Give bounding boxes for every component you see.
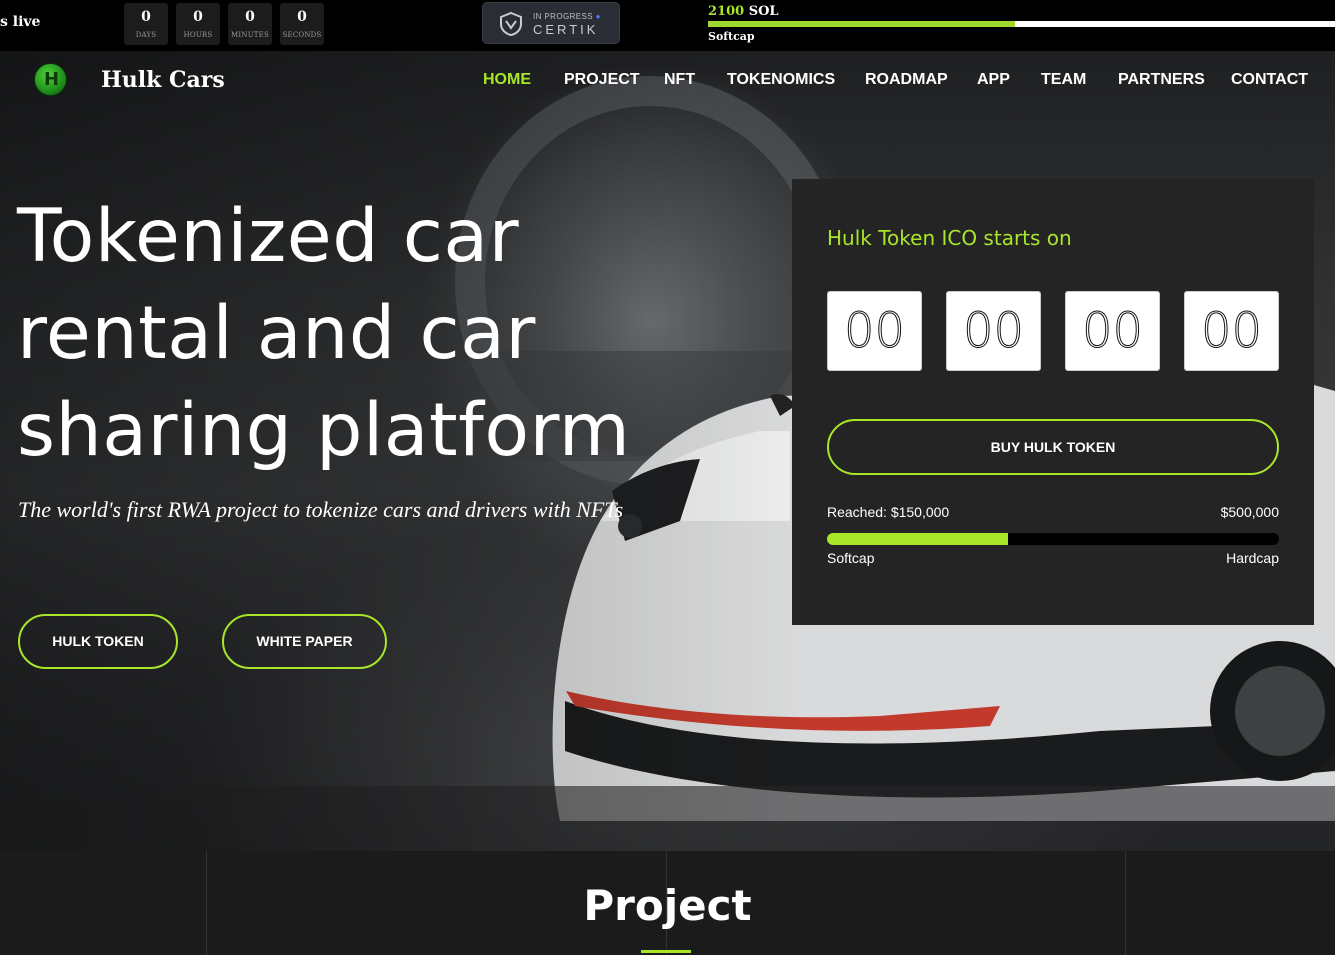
hulk-token-button[interactable]: HULK TOKEN — [18, 614, 178, 669]
countdown-hours: 0 HOURS — [176, 3, 220, 45]
nav-partners[interactable]: PARTNERS — [1118, 71, 1231, 89]
hero-headline-line: Tokenized car — [17, 194, 520, 279]
countdown-minutes: 0 MINUTES — [228, 3, 272, 45]
hardcap-amount: $500,000 — [1220, 504, 1279, 520]
countdown-hours-label: HOURS — [183, 31, 213, 39]
nav-app[interactable]: APP — [977, 71, 1041, 89]
ico-progress-bar — [827, 533, 1279, 545]
hero-headline: Tokenized car rental and car sharing pla… — [17, 188, 717, 479]
hulk-logo-icon[interactable]: H — [34, 63, 67, 96]
certik-status: IN PROGRESS ● — [533, 12, 601, 21]
hero-tagline: The world's first RWA project to tokeniz… — [18, 497, 624, 522]
brand-name[interactable]: Hulk Cars — [101, 67, 225, 93]
nav-project[interactable]: PROJECT — [564, 71, 664, 89]
nav-nft[interactable]: NFT — [664, 71, 727, 89]
main-nav: HOME PROJECT NFT TOKENOMICS ROADMAP APP … — [483, 71, 1308, 89]
hardcap-label: Hardcap — [1226, 550, 1279, 566]
certik-badge[interactable]: IN PROGRESS ● CERTIK — [482, 2, 620, 44]
sol-raised: 2100 SOL — [708, 4, 779, 19]
ico-countdown-box: 00 — [1184, 291, 1279, 371]
white-paper-button[interactable]: WHITE PAPER — [222, 614, 387, 669]
sol-progress-fill — [708, 21, 1016, 27]
project-section: Project — [0, 851, 1335, 955]
countdown-days-label: DAYS — [135, 31, 157, 39]
hero-headline-line: sharing platform — [17, 388, 631, 473]
hero-section: H Hulk Cars HOME PROJECT NFT TOKENOMICS … — [0, 51, 1335, 851]
top-countdown-bar: s live 0 DAYS 0 HOURS 0 MINUTES 0 SECOND… — [0, 0, 1335, 51]
countdown-minutes-label: MINUTES — [231, 31, 269, 39]
countdown-seconds: 0 SECONDS — [280, 3, 324, 45]
live-status-text: s live — [0, 14, 41, 30]
ico-countdown-box: 00 — [1065, 291, 1160, 371]
hero-headline-line: rental and car — [17, 291, 536, 376]
countdown-days: 0 DAYS — [124, 3, 168, 45]
countdown-days-value: 0 — [141, 9, 151, 25]
nav-tokenomics[interactable]: TOKENOMICS — [727, 71, 865, 89]
ico-countdown-box: 00 — [946, 291, 1041, 371]
ico-title: Hulk Token ICO starts on — [827, 226, 1072, 250]
certik-brand: CERTIK — [533, 22, 599, 37]
countdown-seconds-value: 0 — [297, 9, 307, 25]
reached-amount: Reached: $150,000 — [827, 504, 950, 520]
nav-roadmap[interactable]: ROADMAP — [865, 71, 977, 89]
softcap-label: Softcap — [827, 550, 875, 566]
project-heading-underline — [641, 950, 691, 953]
nav-contact[interactable]: CONTACT — [1231, 71, 1308, 89]
project-heading: Project — [583, 881, 752, 930]
countdown-minutes-value: 0 — [245, 9, 255, 25]
ico-progress-fill — [827, 533, 1008, 545]
nav-home[interactable]: HOME — [483, 71, 564, 89]
countdown-seconds-label: SECONDS — [282, 31, 322, 39]
sol-softcap-label: Softcap — [708, 30, 755, 43]
certik-shield-icon — [500, 11, 522, 37]
ico-card: Hulk Token ICO starts on 00 00 00 00 BUY… — [792, 179, 1314, 625]
ico-countdown-box: 00 — [827, 291, 922, 371]
sol-progress-bar — [708, 21, 1335, 27]
nav-team[interactable]: TEAM — [1041, 71, 1118, 89]
buy-hulk-token-button[interactable]: BUY HULK TOKEN — [827, 419, 1279, 475]
countdown-hours-value: 0 — [193, 9, 203, 25]
